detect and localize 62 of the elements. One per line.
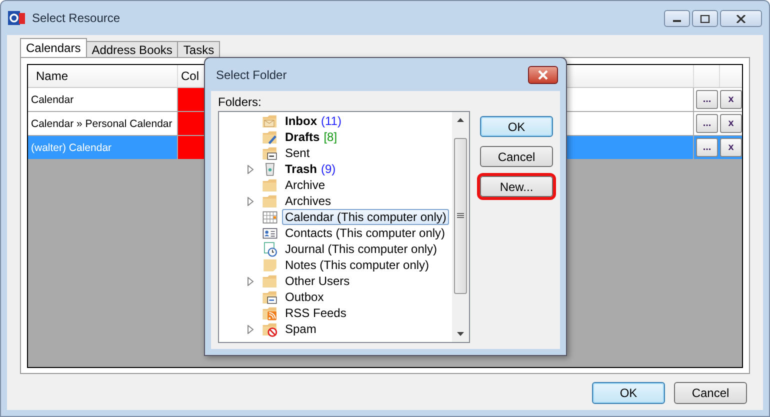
folder-icon <box>261 177 279 193</box>
drafts-folder-icon <box>261 129 279 145</box>
dialog-button[interactable]: OK <box>480 116 553 137</box>
folder-item[interactable]: Trash (9) <box>282 161 339 177</box>
folder-item[interactable]: Notes (This computer only) <box>282 257 432 273</box>
expand-icon[interactable] <box>247 324 254 334</box>
dialog-button[interactable]: New... <box>480 176 553 197</box>
edit-button[interactable]: ... <box>696 90 718 109</box>
folder-item[interactable]: RSS Feeds <box>282 305 350 321</box>
folders-label: Folders: <box>218 95 262 111</box>
spam-folder-icon <box>261 321 279 337</box>
remove-button[interactable]: x <box>720 114 742 133</box>
dialog-button[interactable]: Cancel <box>480 146 553 167</box>
expand-icon[interactable] <box>247 276 254 286</box>
folder-item[interactable]: Journal (This computer only) <box>282 241 440 257</box>
window-title: Select Resource <box>32 11 120 25</box>
journal-clock-icon <box>261 241 279 257</box>
folder-icon <box>261 193 279 209</box>
dialog-title: Select Folder <box>216 68 287 82</box>
expand-icon[interactable] <box>247 164 254 174</box>
edit-button[interactable]: ... <box>696 138 718 157</box>
close-icon <box>537 70 549 80</box>
inbox-folder-icon <box>261 113 279 129</box>
folder-item[interactable]: Other Users <box>282 273 353 289</box>
folder-item[interactable]: Drafts [8] <box>282 129 340 145</box>
app-logo-icon <box>8 9 26 27</box>
remove-button[interactable]: x <box>720 90 742 109</box>
outbox-folder-icon <box>261 289 279 305</box>
calendar-icon <box>261 209 279 225</box>
table-cell: (walter) Calendar <box>28 136 178 160</box>
maximize-icon <box>700 14 710 22</box>
expand-icon[interactable] <box>247 196 254 206</box>
edit-button[interactable]: ... <box>696 114 718 133</box>
tab[interactable]: Tasks <box>177 41 220 57</box>
close-button[interactable] <box>528 66 558 84</box>
close-button[interactable] <box>720 10 762 27</box>
folder-item[interactable]: Sent <box>282 145 313 161</box>
tab[interactable]: Calendars <box>20 38 87 57</box>
folder-item[interactable]: Spam <box>282 321 320 337</box>
scrollbar[interactable] <box>452 112 469 342</box>
dialog-button[interactable]: OK <box>592 382 665 404</box>
contact-card-icon <box>261 225 279 241</box>
tab[interactable]: Address Books <box>86 41 178 57</box>
folder-item[interactable]: Inbox (11) <box>282 113 344 129</box>
sent-folder-icon <box>261 145 279 161</box>
minimize-button[interactable] <box>664 10 690 27</box>
table-cell: Calendar » Personal Calendar <box>28 112 178 136</box>
column-header[interactable]: Name <box>28 65 178 87</box>
folder-item[interactable]: Calendar (This computer only) <box>282 209 450 225</box>
dialog-button[interactable]: Cancel <box>674 382 747 404</box>
folder-item[interactable]: Archive <box>282 177 328 193</box>
maximize-button[interactable] <box>692 10 718 27</box>
table-cell: Calendar <box>28 88 178 112</box>
remove-button[interactable]: x <box>720 138 742 157</box>
folder-item[interactable]: Archives <box>282 193 334 209</box>
folder-item[interactable]: Contacts (This computer only) <box>282 225 448 241</box>
folder-icon <box>261 273 279 289</box>
rss-folder-icon <box>261 305 279 321</box>
close-icon <box>736 14 746 22</box>
grip-icon <box>457 213 464 219</box>
folder-item[interactable]: Outbox <box>282 289 327 305</box>
note-icon <box>261 257 279 273</box>
